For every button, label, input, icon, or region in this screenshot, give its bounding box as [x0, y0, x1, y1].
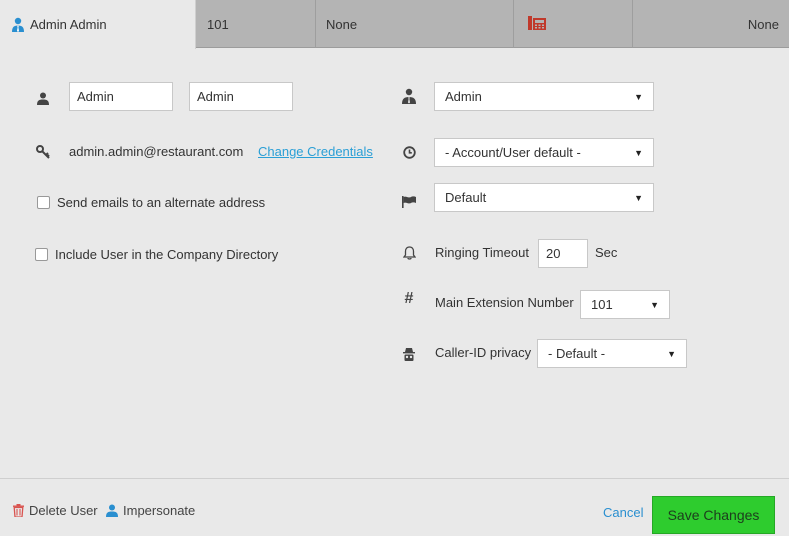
- impersonate-button[interactable]: Impersonate: [106, 503, 195, 518]
- caller-id-privacy-select[interactable]: - Default - ▼: [537, 339, 687, 368]
- header-tabs: Admin Admin 101 None None: [0, 0, 789, 49]
- tab-user-label: Admin Admin: [30, 17, 107, 32]
- caller-id-privacy-select-value: - Default -: [548, 346, 606, 361]
- email-text: admin.admin@restaurant.com: [69, 144, 244, 159]
- user-tie-icon: [10, 17, 26, 33]
- trash-icon: [13, 504, 24, 517]
- user-icon: [35, 90, 51, 106]
- last-name-input[interactable]: [189, 82, 293, 111]
- desk-phone-icon: [528, 15, 546, 34]
- tab-phone-status[interactable]: None: [633, 0, 789, 48]
- directory-label: Include User in the Company Directory: [55, 247, 279, 262]
- tab-extension-label: 101: [207, 16, 229, 32]
- tab-user[interactable]: Admin Admin: [0, 0, 196, 49]
- save-changes-button[interactable]: Save Changes: [652, 496, 775, 534]
- caret-down-icon: ▼: [634, 147, 643, 158]
- key-icon: [35, 144, 51, 160]
- tab-phone-status-label: None: [747, 16, 779, 32]
- user-tie-icon: [401, 88, 417, 104]
- ringing-timeout-unit: Sec: [595, 245, 618, 260]
- tab-device-label: None: [326, 16, 358, 32]
- spy-icon: [401, 346, 417, 362]
- ringing-timeout-input[interactable]: [538, 239, 588, 268]
- language-select[interactable]: Default ▼: [434, 183, 654, 212]
- caret-down-icon: ▼: [667, 348, 676, 359]
- role-select[interactable]: Admin ▼: [434, 82, 654, 111]
- language-select-value: Default: [445, 190, 487, 205]
- user-icon: [106, 504, 118, 517]
- flag-icon: [401, 194, 417, 210]
- role-select-value: Admin: [445, 89, 482, 104]
- main-extension-label: Main Extension Number: [435, 295, 574, 310]
- cancel-button[interactable]: Cancel: [603, 505, 643, 520]
- caret-down-icon: ▼: [650, 299, 659, 310]
- clock-icon: [401, 144, 417, 160]
- tab-extension[interactable]: 101: [196, 0, 316, 48]
- alt-email-label: Send emails to an alternate address: [57, 195, 266, 210]
- alt-email-checkbox[interactable]: [37, 196, 50, 209]
- first-name-input[interactable]: [69, 82, 173, 111]
- delete-user-label: Delete User: [29, 503, 98, 518]
- bell-icon: [401, 245, 417, 261]
- delete-user-button[interactable]: Delete User: [13, 503, 98, 518]
- ringing-timeout-label: Ringing Timeout: [435, 245, 529, 260]
- timezone-select[interactable]: - Account/User default - ▼: [434, 138, 654, 167]
- tab-device[interactable]: None: [316, 0, 514, 48]
- caller-id-privacy-label: Caller-ID privacy: [435, 345, 532, 360]
- directory-checkbox[interactable]: [35, 248, 48, 261]
- caret-down-icon: ▼: [634, 192, 643, 203]
- hash-icon: #: [404, 290, 414, 307]
- main-extension-select-value: 101: [591, 297, 613, 312]
- impersonate-label: Impersonate: [123, 503, 196, 518]
- timezone-select-value: - Account/User default -: [445, 145, 581, 160]
- caret-down-icon: ▼: [634, 91, 643, 102]
- change-credentials-link[interactable]: Change Credentials: [258, 144, 373, 159]
- footer: Delete User Impersonate Cancel Save Chan…: [0, 478, 789, 536]
- main-extension-select[interactable]: 101 ▼: [580, 290, 670, 319]
- tab-phone[interactable]: [514, 0, 633, 48]
